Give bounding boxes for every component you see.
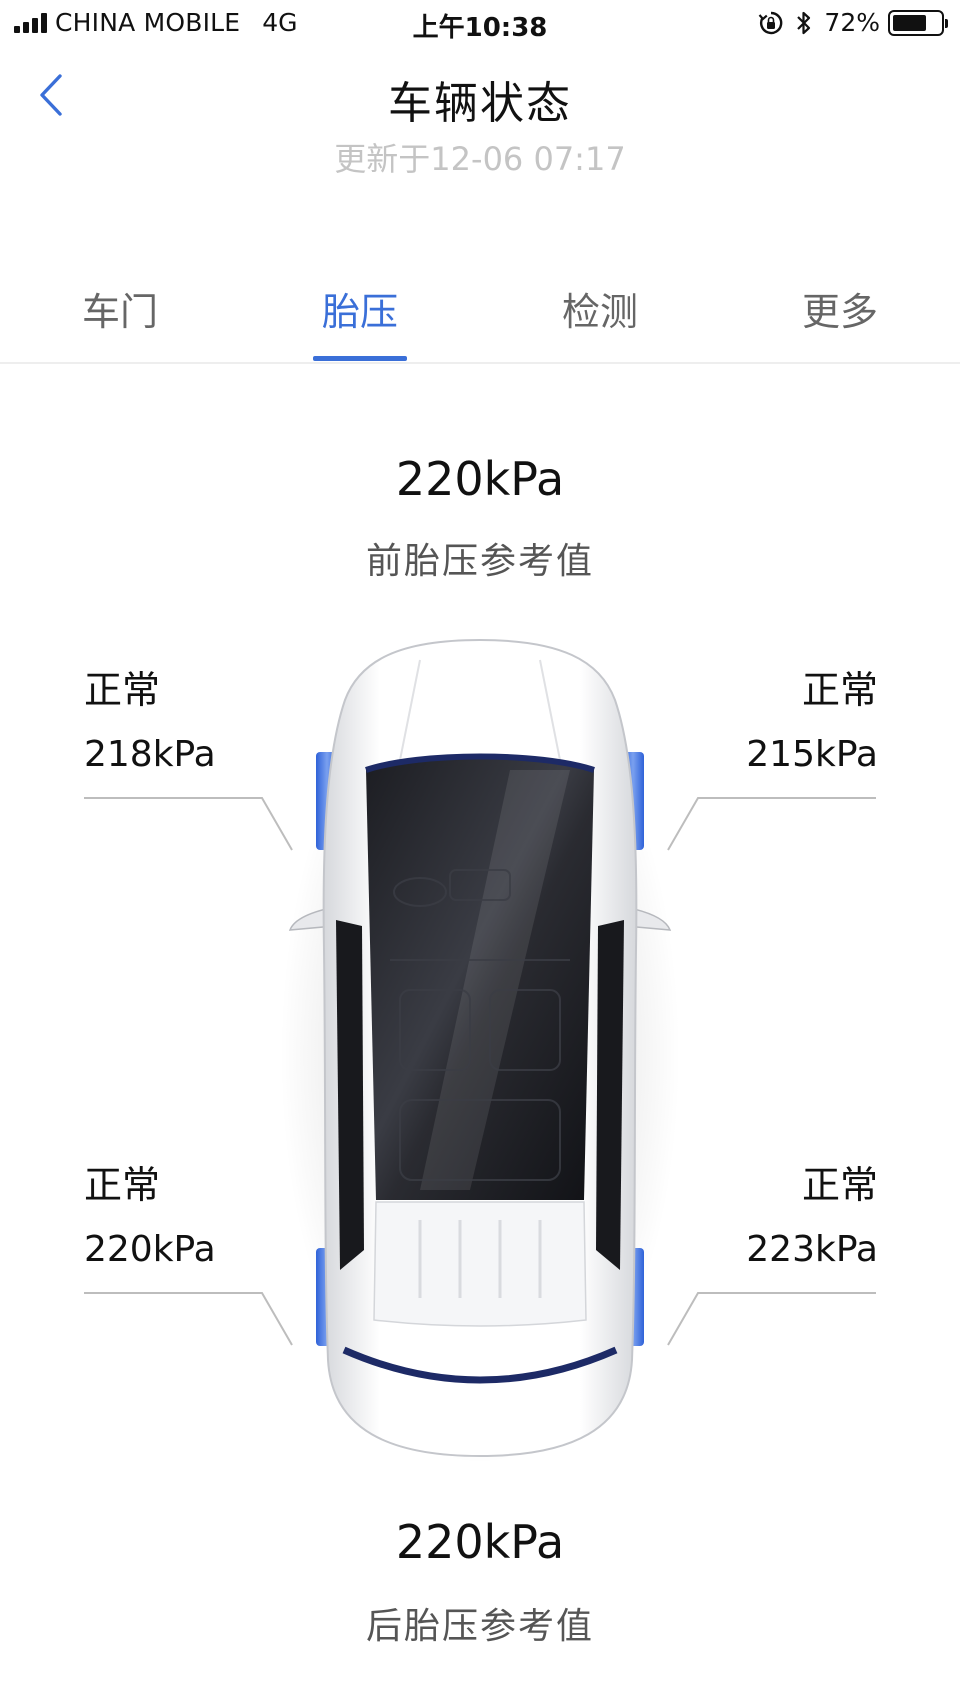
battery-level (893, 14, 927, 31)
page-title: 车辆状态 (388, 78, 572, 129)
tab-diagnostics[interactable]: 检测 (520, 268, 680, 364)
tab-more[interactable]: 更多 (760, 268, 920, 364)
battery-icon (888, 9, 948, 36)
rear-reference-label: 后胎压参考值 (365, 1606, 594, 1647)
front-reference-label: 前胎压参考值 (365, 541, 594, 582)
status-bar-right: 72% (758, 8, 948, 37)
leader-line-front-right (667, 797, 876, 851)
status-bar: CHINA MOBILE 4G 上午10:38 72% (0, 0, 960, 50)
front-reference-value: 220kPa (395, 452, 565, 506)
leader-line-rear-left (84, 1292, 293, 1346)
battery-percent: 72% (824, 8, 880, 37)
update-timestamp: 更新于12-06 07:17 (334, 140, 626, 178)
leader-line-front-left (84, 797, 293, 851)
rotation-lock-icon (758, 10, 784, 36)
leader-line-rear-right (667, 1292, 876, 1346)
tab-bar: 车门 胎压 检测 更多 (0, 268, 960, 364)
tab-tire-pressure[interactable]: 胎压 (280, 268, 440, 364)
tab-doors[interactable]: 车门 (40, 268, 200, 364)
rear-reference-value: 220kPa (395, 1515, 565, 1569)
bluetooth-icon (796, 10, 812, 36)
active-tab-indicator (313, 356, 407, 361)
car-top-view (280, 638, 680, 1465)
